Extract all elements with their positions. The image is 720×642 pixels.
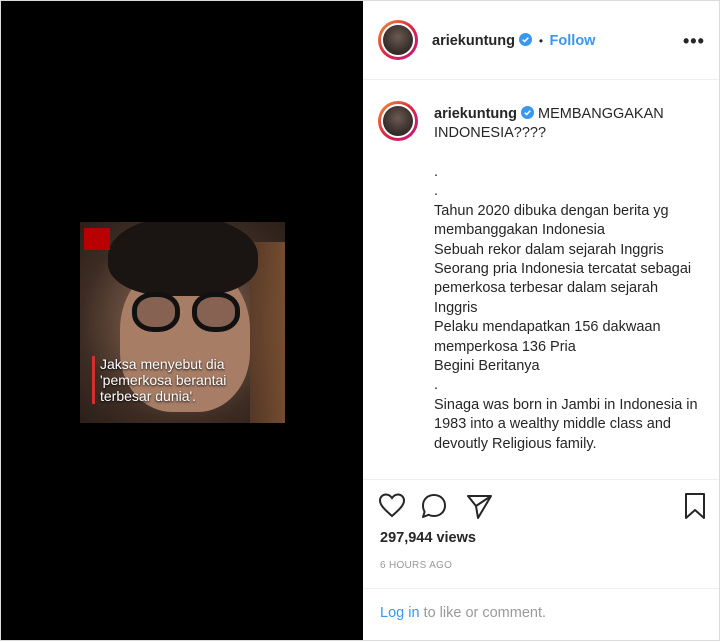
- post-frame: Jaksa menyebut dia 'pemerkosa berantai t…: [0, 0, 720, 641]
- caption-comment: ariekuntung MEMBANGGAKAN INDONESIA???? .…: [363, 79, 719, 479]
- video-caption-line: 'pemerkosa berantai: [100, 372, 227, 388]
- video-caption-line: Jaksa menyebut dia: [100, 356, 225, 372]
- login-bar: Log in to like or comment.: [363, 588, 719, 642]
- separator-dot: •: [538, 34, 544, 48]
- post-header: ariekuntung • Follow •••: [363, 1, 719, 80]
- view-count[interactable]: 297,944 views: [380, 530, 476, 546]
- news-logo-icon: [84, 228, 110, 250]
- comment-bubble-icon[interactable]: [420, 492, 448, 520]
- video-caption: Jaksa menyebut dia 'pemerkosa berantai t…: [92, 356, 285, 404]
- post-actions: 297,944 views 6 HOURS AGO Log in to like…: [363, 479, 719, 641]
- post-timestamp[interactable]: 6 HOURS AGO: [380, 560, 452, 571]
- hair-image: [108, 222, 258, 296]
- like-heart-icon[interactable]: [378, 492, 406, 520]
- save-bookmark-icon[interactable]: [681, 492, 709, 520]
- login-link[interactable]: Log in: [380, 605, 420, 621]
- verified-badge-icon: [519, 33, 533, 46]
- avatar[interactable]: [378, 101, 418, 141]
- avatar[interactable]: [378, 20, 418, 60]
- follow-button[interactable]: Follow: [550, 33, 596, 49]
- post-sidebar: ariekuntung • Follow ••• ariekuntung MEM…: [363, 1, 719, 640]
- login-prompt: Log in to like or comment.: [380, 605, 546, 621]
- username-link[interactable]: ariekuntung: [434, 106, 517, 122]
- login-prompt-text: to like or comment.: [419, 605, 547, 621]
- caption-headline: ariekuntung MEMBANGGAKAN INDONESIA????: [434, 105, 694, 144]
- media-panel[interactable]: Jaksa menyebut dia 'pemerkosa berantai t…: [1, 1, 363, 640]
- username-link[interactable]: ariekuntung: [432, 33, 515, 49]
- share-send-icon[interactable]: [465, 492, 493, 520]
- video-caption-line: terbesar dunia'.: [100, 388, 197, 404]
- more-options-icon[interactable]: •••: [683, 31, 705, 52]
- glasses-image: [132, 292, 240, 336]
- verified-badge-icon: [521, 106, 535, 119]
- header-user: ariekuntung • Follow: [432, 32, 595, 50]
- caption-body: . . Tahun 2020 dibuka dengan berita yg m…: [434, 164, 698, 452]
- video-player[interactable]: Jaksa menyebut dia 'pemerkosa berantai t…: [80, 222, 285, 423]
